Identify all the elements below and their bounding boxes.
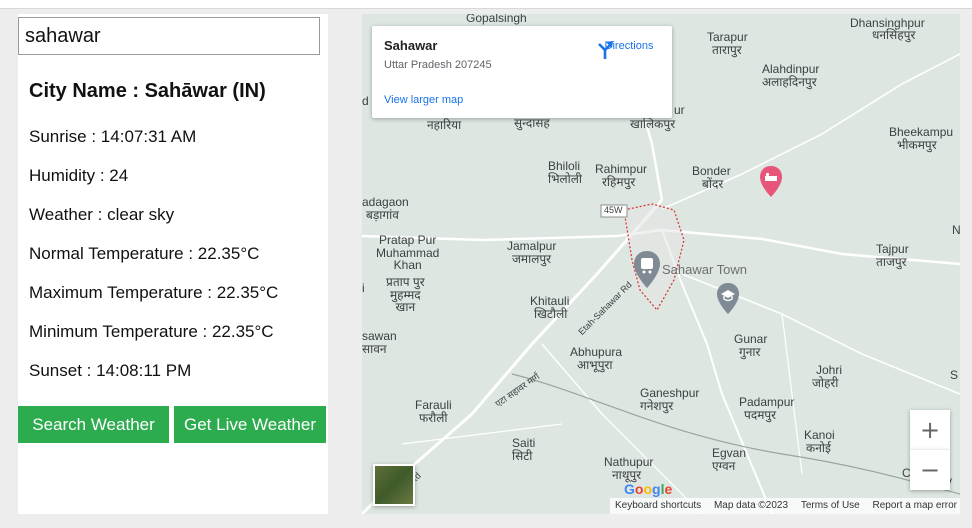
- label-bonder: Bonder: [692, 164, 731, 178]
- label-saiti-hi: सिटी: [512, 449, 533, 463]
- label-sundasah-hi: सुन्दासह: [514, 116, 550, 130]
- label-sahawar-town: Sahawar Town: [662, 262, 748, 277]
- zoom-out-button[interactable]: −: [910, 450, 950, 490]
- label-johri: Johri: [816, 363, 843, 377]
- label-route-45w: 45W: [604, 205, 623, 215]
- get-live-weather-button[interactable]: Get Live Weather: [174, 406, 326, 443]
- road-farauli: [401, 423, 563, 445]
- city-name-heading: City Name : Sahāwar (IN): [29, 80, 266, 102]
- label-adagaon: adagaon: [362, 195, 409, 209]
- place-info-card: Sahawar Uttar Pradesh 207245 View larger…: [372, 26, 672, 118]
- place-address: Uttar Pradesh 207245: [384, 59, 492, 71]
- label-rahimpur-hi: रहिमपुर: [602, 175, 636, 189]
- sunset-text: Sunset : 14:08:11 PM: [29, 361, 192, 380]
- label-naharia-hi: नहारिया: [427, 118, 462, 132]
- sunrise-text: Sunrise : 14:07:31 AM: [29, 127, 197, 146]
- label-khitauli: Khitauli: [530, 294, 570, 308]
- label-khitauli-hi: खिटौली: [534, 307, 568, 321]
- label-gunar: Gunar: [734, 332, 768, 346]
- label-pratap-pur-hi: प्रताप पुर मुहम्मद खान: [386, 275, 425, 315]
- label-jamalpur: Jamalpur: [507, 239, 557, 253]
- place-name: Sahawar: [384, 38, 438, 53]
- label-abhupura: Abhupura: [570, 345, 623, 359]
- label-jamalpur-hi: जमालपुर: [512, 252, 552, 266]
- label-saiti: Saiti: [512, 436, 536, 450]
- label-johri-hi: जोहरी: [812, 376, 839, 390]
- label-rahimpur: Rahimpur: [595, 162, 648, 176]
- map-embed[interactable]: Gopalsingh Dhansinghpur धनसिंहपुर Tarapu…: [362, 14, 960, 514]
- label-egvan: Egvan: [712, 446, 747, 460]
- min-temperature-text: Minimum Temperature : 22.35°C: [29, 322, 274, 341]
- label-farauli: Farauli: [415, 398, 452, 412]
- label-sawan: sawan: [362, 329, 397, 343]
- label-s: S: [950, 368, 959, 382]
- label-i: i: [362, 281, 365, 295]
- label-nathupur-hi: नाथूपुर: [612, 468, 642, 482]
- label-bonder-hi: बोंदर: [702, 177, 724, 191]
- label-kanoi: Kanoi: [804, 428, 835, 442]
- search-weather-button[interactable]: Search Weather: [18, 406, 169, 443]
- label-alahdinpur: Alahdinpur: [762, 62, 820, 76]
- label-ganeshpur: Ganeshpur: [640, 386, 700, 400]
- label-nathupur: Nathupur: [604, 455, 654, 469]
- google-logo: Google: [624, 481, 673, 497]
- label-adagaon-hi: बड़ागांव: [366, 208, 399, 222]
- map-data-text: Map data ©2023: [713, 500, 789, 511]
- road-gunar: [781, 313, 803, 475]
- label-bheekampur: Bheekampu: [889, 125, 954, 139]
- humidity-text: Humidity : 24: [29, 166, 129, 185]
- satellite-layer-toggle[interactable]: [373, 464, 415, 506]
- label-tajpur: Tajpur: [876, 242, 909, 256]
- label-bhiloli: Bhiloli: [548, 159, 581, 173]
- label-padampur: Padampur: [739, 395, 795, 409]
- weather-panel: City Name : Sahāwar (IN) Sunrise : 14:07…: [18, 14, 328, 514]
- school-pin-icon[interactable]: [715, 282, 741, 316]
- keyboard-shortcuts-link[interactable]: Keyboard shortcuts: [610, 500, 706, 511]
- label-tarapur: Tarapur: [707, 30, 748, 44]
- road-east: [661, 228, 960, 266]
- transit-pin-icon[interactable]: [632, 250, 662, 290]
- top-border: [0, 0, 972, 9]
- label-tajpur-hi: ताजपुर: [876, 255, 907, 269]
- label-pratap-pur: Pratap Pur Muhammad Khan: [376, 233, 440, 273]
- label-ur: ur: [674, 103, 685, 117]
- label-kanoi-hi: कनोई: [806, 441, 831, 455]
- label-padampur-hi: पदमपुर: [744, 408, 777, 422]
- label-gopalsingh: Gopalsingh: [466, 14, 527, 25]
- label-gunar-hi: गुनार: [739, 345, 761, 359]
- label-egvan-hi: एग्वन: [712, 459, 736, 473]
- weather-condition-text: Weather : clear sky: [29, 205, 175, 224]
- label-ganeshpur-hi: गनेशपुर: [640, 399, 674, 413]
- label-khalikpur-hi: खालिकपुर: [630, 117, 676, 131]
- terms-of-use-link[interactable]: Terms of Use: [796, 500, 865, 511]
- view-larger-map-link[interactable]: View larger map: [384, 94, 463, 106]
- normal-temperature-text: Normal Temperature : 22.35°C: [29, 244, 260, 263]
- report-map-error-link[interactable]: Report a map error: [868, 500, 960, 511]
- label-bheekampur-hi: भीकमपुर: [897, 138, 937, 152]
- max-temperature-text: Maximum Temperature : 22.35°C: [29, 283, 279, 302]
- label-bhiloli-hi: भिलोली: [548, 172, 583, 186]
- city-search-input[interactable]: [18, 17, 320, 55]
- label-dhansinghpur-hi: धनसिंहपुर: [872, 28, 916, 42]
- map-attribution: Keyboard shortcuts Map data ©2023 Terms …: [610, 498, 960, 514]
- canal-line: [511, 373, 960, 495]
- label-sawan-hi: सावन: [362, 342, 387, 356]
- directions-button[interactable]: Directions: [594, 38, 664, 59]
- label-d: d: [362, 94, 369, 108]
- label-n: N: [952, 223, 960, 237]
- label-abhupura-hi: आभूपुरा: [577, 358, 613, 372]
- label-alahdinpur-hi: अलाहदिनपुर: [762, 75, 817, 89]
- label-tarapur-hi: तारापुर: [712, 43, 742, 57]
- label-farauli-hi: फरौली: [419, 411, 448, 425]
- directions-arrow-icon: [598, 41, 613, 59]
- zoom-in-button[interactable]: +: [910, 410, 950, 450]
- hotel-pin-icon[interactable]: [758, 165, 784, 199]
